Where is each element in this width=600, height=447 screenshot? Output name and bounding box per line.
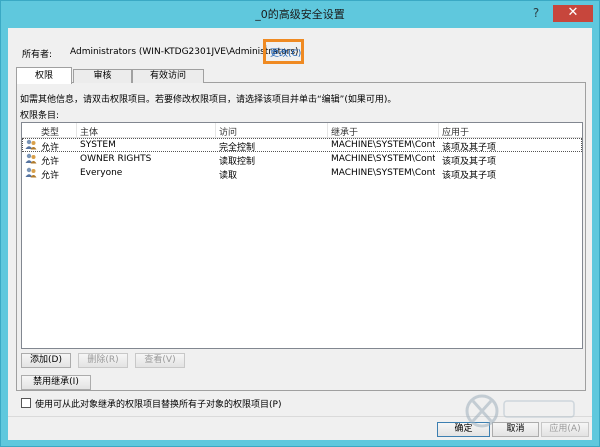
users-icon xyxy=(25,153,37,164)
dialog-body: 所有者: Administrators (WIN-KTDG2301JVE\Adm… xyxy=(8,28,592,440)
table-row[interactable]: 允许 SYSTEM 完全控制 MACHINE\SYSTEM\Contr... 该… xyxy=(22,138,582,153)
row-inherited-from: MACHINE\SYSTEM\Contr... xyxy=(331,154,435,164)
disable-inheritance-button[interactable]: 禁用继承(I) xyxy=(21,375,91,390)
header-applies-to[interactable]: 应用于 xyxy=(442,125,469,138)
header-divider[interactable] xyxy=(438,123,439,137)
owner-label: 所有者: xyxy=(22,50,53,60)
row-principal: OWNER RIGHTS xyxy=(80,154,152,164)
users-icon xyxy=(25,167,37,178)
row-type: 允许 xyxy=(41,171,60,181)
header-inherited-from[interactable]: 继承于 xyxy=(331,125,358,138)
title-bar[interactable]: _0的高级安全设置 ? ✕ xyxy=(1,1,599,27)
change-owner-link[interactable]: 更改(C) xyxy=(270,46,301,59)
row-principal: SYSTEM xyxy=(80,140,116,150)
header-access[interactable]: 访问 xyxy=(219,125,237,138)
replace-child-permissions-checkbox[interactable] xyxy=(21,398,31,408)
row-access: 读取 xyxy=(219,171,238,181)
info-text: 如需其他信息，请双击权限项目。若要修改权限项目，请选择该项目并单击“编辑”(如果… xyxy=(20,95,397,105)
advanced-security-settings-window: _0的高级安全设置 ? ✕ 所有者: Administrators (WIN-K… xyxy=(0,0,600,447)
tab-auditing[interactable]: 审核 xyxy=(73,69,132,83)
row-principal: Everyone xyxy=(80,168,123,178)
table-row[interactable]: 允许 OWNER RIGHTS 读取控制 MACHINE\SYSTEM\Cont… xyxy=(22,152,582,167)
row-inherited-from: MACHINE\SYSTEM\Contr... xyxy=(331,168,435,178)
window-title: _0的高级安全设置 xyxy=(255,8,345,21)
row-applies-to: 该项及其子项 xyxy=(442,171,497,181)
view-button[interactable]: 查看(V) xyxy=(135,353,185,368)
header-principal[interactable]: 主体 xyxy=(80,125,98,138)
close-button[interactable]: ✕ xyxy=(553,5,593,22)
apply-button[interactable]: 应用(A) xyxy=(541,422,589,437)
add-button[interactable]: 添加(D) xyxy=(21,353,71,368)
header-divider[interactable] xyxy=(215,123,216,137)
tab-effective-access[interactable]: 有效访问 xyxy=(132,69,204,83)
help-button[interactable]: ? xyxy=(523,5,549,22)
remove-button[interactable]: 删除(R) xyxy=(78,353,128,368)
users-icon xyxy=(25,139,37,150)
header-divider[interactable] xyxy=(76,123,77,137)
list-header: 类型 主体 访问 继承于 应用于 xyxy=(22,123,582,138)
footer-divider xyxy=(8,416,592,417)
row-inherited-from: MACHINE\SYSTEM\Contr... xyxy=(331,140,435,150)
header-type[interactable]: 类型 xyxy=(41,125,59,138)
tab-permissions[interactable]: 权限 xyxy=(16,67,72,84)
replace-child-permissions-label[interactable]: 使用可从此对象继承的权限项目替换所有子对象的权限项目(P) xyxy=(35,397,281,410)
permission-entries-label: 权限条目: xyxy=(20,111,60,121)
permission-entries-list[interactable]: 类型 主体 访问 继承于 应用于 允许 SYSTEM 完全控制 MACHINE\… xyxy=(21,122,583,349)
header-divider[interactable] xyxy=(327,123,328,137)
table-row[interactable]: 允许 Everyone 读取 MACHINE\SYSTEM\Contr... 该… xyxy=(22,166,582,181)
cancel-button[interactable]: 取消 xyxy=(492,422,539,437)
ok-button[interactable]: 确定 xyxy=(437,422,490,437)
